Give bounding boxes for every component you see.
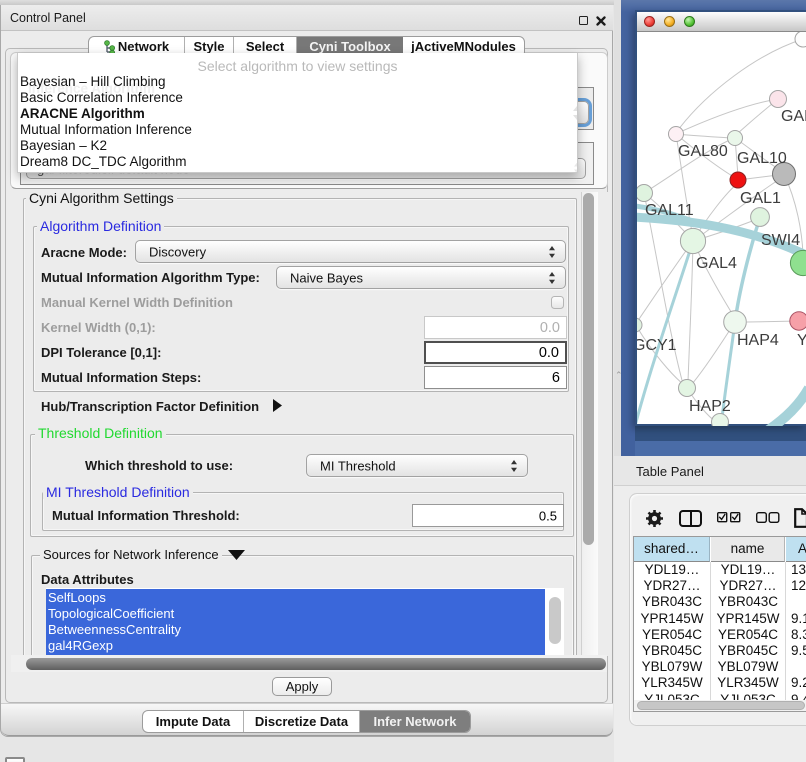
svg-text:GAL1: GAL1 [740, 190, 781, 207]
svg-text:SWI4: SWI4 [761, 232, 800, 249]
svg-text:GAL7: GAL7 [781, 108, 806, 125]
svg-text:GAL4: GAL4 [696, 255, 737, 272]
svg-text:Y: Y [797, 332, 806, 349]
svg-text:HAP2: HAP2 [689, 398, 731, 415]
svg-text:GAL80: GAL80 [678, 143, 728, 160]
svg-text:GAL10: GAL10 [737, 150, 787, 167]
svg-text:GAL11: GAL11 [645, 202, 694, 219]
svg-text:HAP4: HAP4 [737, 332, 779, 349]
svg-text:GCY1: GCY1 [637, 337, 677, 354]
